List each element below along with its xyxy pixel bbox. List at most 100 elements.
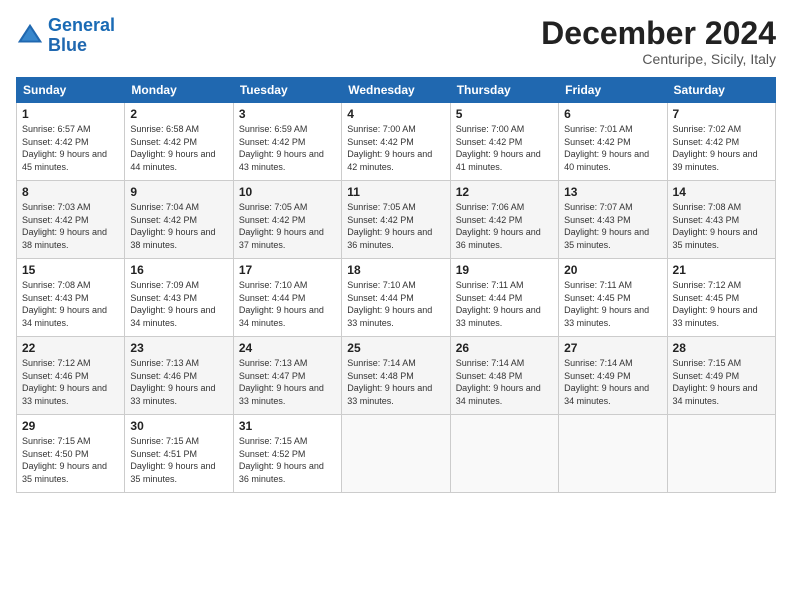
calendar-week-row: 22 Sunrise: 7:12 AM Sunset: 4:46 PM Dayli… <box>17 337 776 415</box>
day-number: 1 <box>22 107 119 121</box>
calendar-day-cell: 24 Sunrise: 7:13 AM Sunset: 4:47 PM Dayli… <box>233 337 341 415</box>
calendar-day-cell: 28 Sunrise: 7:15 AM Sunset: 4:49 PM Dayli… <box>667 337 775 415</box>
calendar-day-cell: 8 Sunrise: 7:03 AM Sunset: 4:42 PM Daylig… <box>17 181 125 259</box>
day-number: 8 <box>22 185 119 199</box>
page-header: General Blue December 2024 Centuripe, Si… <box>16 16 776 67</box>
calendar-week-row: 15 Sunrise: 7:08 AM Sunset: 4:43 PM Dayli… <box>17 259 776 337</box>
day-number: 2 <box>130 107 227 121</box>
calendar-table: SundayMondayTuesdayWednesdayThursdayFrid… <box>16 77 776 493</box>
day-number: 15 <box>22 263 119 277</box>
calendar-day-cell: 7 Sunrise: 7:02 AM Sunset: 4:42 PM Daylig… <box>667 103 775 181</box>
col-header-tuesday: Tuesday <box>233 78 341 103</box>
day-number: 25 <box>347 341 444 355</box>
day-info: Sunrise: 7:15 AM Sunset: 4:50 PM Dayligh… <box>22 435 119 485</box>
day-info: Sunrise: 7:11 AM Sunset: 4:44 PM Dayligh… <box>456 279 553 329</box>
calendar-day-cell: 2 Sunrise: 6:58 AM Sunset: 4:42 PM Daylig… <box>125 103 233 181</box>
calendar-day-cell: 14Sunrise: 7:08 AM Sunset: 4:43 PM Dayli… <box>667 181 775 259</box>
day-info: Sunrise: 7:15 AM Sunset: 4:49 PM Dayligh… <box>673 357 770 407</box>
day-number: 31 <box>239 419 336 433</box>
day-info: Sunrise: 7:00 AM Sunset: 4:42 PM Dayligh… <box>456 123 553 173</box>
day-info: Sunrise: 7:04 AM Sunset: 4:42 PM Dayligh… <box>130 201 227 251</box>
calendar-day-cell: 9 Sunrise: 7:04 AM Sunset: 4:42 PM Daylig… <box>125 181 233 259</box>
day-number: 27 <box>564 341 661 355</box>
calendar-day-cell: 25 Sunrise: 7:14 AM Sunset: 4:48 PM Dayli… <box>342 337 450 415</box>
day-number: 17 <box>239 263 336 277</box>
calendar-day-cell: 29Sunrise: 7:15 AM Sunset: 4:50 PM Dayli… <box>17 415 125 493</box>
page: { "header": { "logo_line1": "General", "… <box>0 0 792 612</box>
calendar-week-row: 8 Sunrise: 7:03 AM Sunset: 4:42 PM Daylig… <box>17 181 776 259</box>
day-info: Sunrise: 6:58 AM Sunset: 4:42 PM Dayligh… <box>130 123 227 173</box>
day-info: Sunrise: 7:15 AM Sunset: 4:51 PM Dayligh… <box>130 435 227 485</box>
day-info: Sunrise: 7:15 AM Sunset: 4:52 PM Dayligh… <box>239 435 336 485</box>
calendar-day-cell: 4 Sunrise: 7:00 AM Sunset: 4:42 PM Daylig… <box>342 103 450 181</box>
day-number: 16 <box>130 263 227 277</box>
day-info: Sunrise: 7:13 AM Sunset: 4:46 PM Dayligh… <box>130 357 227 407</box>
logo-icon <box>16 22 44 50</box>
calendar-day-cell: 12 Sunrise: 7:06 AM Sunset: 4:42 PM Dayli… <box>450 181 558 259</box>
calendar-day-cell: 13 Sunrise: 7:07 AM Sunset: 4:43 PM Dayli… <box>559 181 667 259</box>
day-number: 12 <box>456 185 553 199</box>
day-info: Sunrise: 7:09 AM Sunset: 4:43 PM Dayligh… <box>130 279 227 329</box>
day-info: Sunrise: 7:07 AM Sunset: 4:43 PM Dayligh… <box>564 201 661 251</box>
day-number: 3 <box>239 107 336 121</box>
day-info: Sunrise: 7:05 AM Sunset: 4:42 PM Dayligh… <box>347 201 444 251</box>
logo: General Blue <box>16 16 115 56</box>
calendar-header-row: SundayMondayTuesdayWednesdayThursdayFrid… <box>17 78 776 103</box>
calendar-day-cell: 10 Sunrise: 7:05 AM Sunset: 4:42 PM Dayli… <box>233 181 341 259</box>
day-info: Sunrise: 7:14 AM Sunset: 4:48 PM Dayligh… <box>347 357 444 407</box>
col-header-monday: Monday <box>125 78 233 103</box>
col-header-wednesday: Wednesday <box>342 78 450 103</box>
calendar-day-cell: 16 Sunrise: 7:09 AM Sunset: 4:43 PM Dayli… <box>125 259 233 337</box>
day-number: 22 <box>22 341 119 355</box>
day-info: Sunrise: 7:02 AM Sunset: 4:42 PM Dayligh… <box>673 123 770 173</box>
day-info: Sunrise: 7:00 AM Sunset: 4:42 PM Dayligh… <box>347 123 444 173</box>
calendar-day-cell: 22 Sunrise: 7:12 AM Sunset: 4:46 PM Dayli… <box>17 337 125 415</box>
day-info: Sunrise: 6:57 AM Sunset: 4:42 PM Dayligh… <box>22 123 119 173</box>
location-subtitle: Centuripe, Sicily, Italy <box>541 51 776 67</box>
day-number: 26 <box>456 341 553 355</box>
calendar-day-cell: 27 Sunrise: 7:14 AM Sunset: 4:49 PM Dayli… <box>559 337 667 415</box>
calendar-day-cell: 23 Sunrise: 7:13 AM Sunset: 4:46 PM Dayli… <box>125 337 233 415</box>
empty-cell <box>450 415 558 493</box>
day-number: 10 <box>239 185 336 199</box>
day-number: 28 <box>673 341 770 355</box>
day-number: 13 <box>564 185 661 199</box>
calendar-day-cell: 3Sunrise: 6:59 AM Sunset: 4:42 PM Daylig… <box>233 103 341 181</box>
calendar-day-cell: 6 Sunrise: 7:01 AM Sunset: 4:42 PM Daylig… <box>559 103 667 181</box>
calendar-day-cell: 20Sunrise: 7:11 AM Sunset: 4:45 PM Dayli… <box>559 259 667 337</box>
calendar-week-row: 1 Sunrise: 6:57 AM Sunset: 4:42 PM Daylig… <box>17 103 776 181</box>
day-number: 23 <box>130 341 227 355</box>
day-info: Sunrise: 7:06 AM Sunset: 4:42 PM Dayligh… <box>456 201 553 251</box>
calendar-day-cell: 30Sunrise: 7:15 AM Sunset: 4:51 PM Dayli… <box>125 415 233 493</box>
logo-text: General Blue <box>48 16 115 56</box>
day-info: Sunrise: 7:11 AM Sunset: 4:45 PM Dayligh… <box>564 279 661 329</box>
main-title: December 2024 <box>541 16 776 51</box>
day-info: Sunrise: 7:08 AM Sunset: 4:43 PM Dayligh… <box>673 201 770 251</box>
calendar-day-cell: 21Sunrise: 7:12 AM Sunset: 4:45 PM Dayli… <box>667 259 775 337</box>
calendar-day-cell: 15 Sunrise: 7:08 AM Sunset: 4:43 PM Dayli… <box>17 259 125 337</box>
calendar-day-cell: 1 Sunrise: 6:57 AM Sunset: 4:42 PM Daylig… <box>17 103 125 181</box>
day-number: 4 <box>347 107 444 121</box>
day-number: 7 <box>673 107 770 121</box>
calendar-day-cell: 5 Sunrise: 7:00 AM Sunset: 4:42 PM Daylig… <box>450 103 558 181</box>
day-number: 24 <box>239 341 336 355</box>
day-number: 9 <box>130 185 227 199</box>
col-header-sunday: Sunday <box>17 78 125 103</box>
day-info: Sunrise: 7:14 AM Sunset: 4:49 PM Dayligh… <box>564 357 661 407</box>
empty-cell <box>342 415 450 493</box>
day-info: Sunrise: 7:03 AM Sunset: 4:42 PM Dayligh… <box>22 201 119 251</box>
day-number: 6 <box>564 107 661 121</box>
day-number: 18 <box>347 263 444 277</box>
calendar-day-cell: 17Sunrise: 7:10 AM Sunset: 4:44 PM Dayli… <box>233 259 341 337</box>
calendar-day-cell: 11Sunrise: 7:05 AM Sunset: 4:42 PM Dayli… <box>342 181 450 259</box>
day-info: Sunrise: 7:05 AM Sunset: 4:42 PM Dayligh… <box>239 201 336 251</box>
day-info: Sunrise: 7:08 AM Sunset: 4:43 PM Dayligh… <box>22 279 119 329</box>
day-info: Sunrise: 7:13 AM Sunset: 4:47 PM Dayligh… <box>239 357 336 407</box>
day-info: Sunrise: 7:01 AM Sunset: 4:42 PM Dayligh… <box>564 123 661 173</box>
col-header-friday: Friday <box>559 78 667 103</box>
calendar-day-cell: 26Sunrise: 7:14 AM Sunset: 4:48 PM Dayli… <box>450 337 558 415</box>
day-number: 5 <box>456 107 553 121</box>
calendar-day-cell: 31 Sunrise: 7:15 AM Sunset: 4:52 PM Dayli… <box>233 415 341 493</box>
day-info: Sunrise: 7:12 AM Sunset: 4:46 PM Dayligh… <box>22 357 119 407</box>
logo-line1: General <box>48 15 115 35</box>
